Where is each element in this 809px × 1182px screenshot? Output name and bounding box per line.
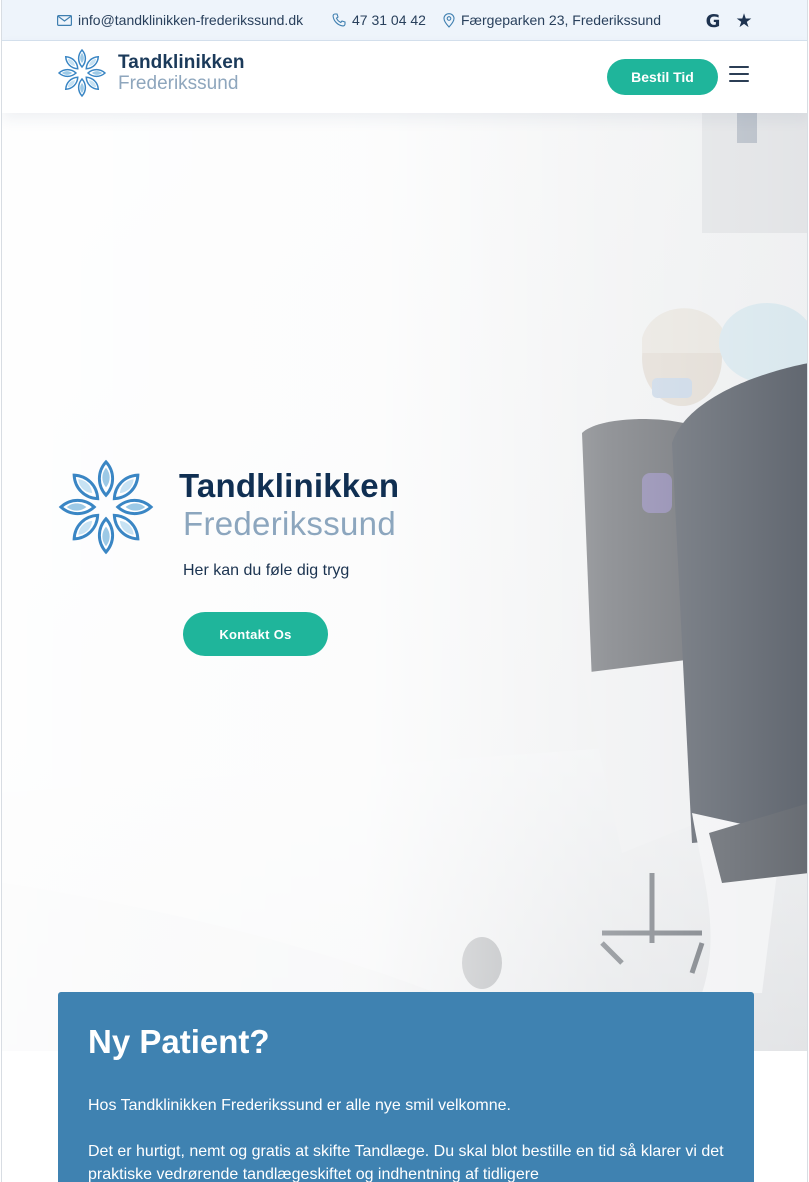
header-logo[interactable]: Tandklinikken Frederikssund [57,48,245,98]
page: info@tandklinikken-frederikssund.dk 47 3… [1,0,808,1182]
contact-us-button[interactable]: Kontakt Os [183,612,328,656]
location-pin-icon [443,12,455,28]
mail-icon [57,14,72,26]
book-appointment-button[interactable]: Bestil Tid [607,59,718,95]
hero-section: Tandklinikken Frederikssund Her kan du f… [2,113,807,1051]
star-icon[interactable]: ★ [733,10,755,32]
email-link[interactable]: info@tandklinikken-frederikssund.dk [57,12,303,28]
phone-icon [332,13,346,27]
hero-logo-line1: Tandklinikken [179,467,400,504]
logo-name-line1: Tandklinikken [118,52,245,73]
flower-logo-icon [57,48,107,98]
logo-name-line2: Frederikssund [118,73,239,94]
phone-text: 47 31 04 42 [352,12,426,28]
google-icon[interactable]: G [702,10,724,32]
new-patient-paragraph-2: Det er hurtigt, nemt og gratis at skifte… [88,1143,724,1182]
menu-icon[interactable] [729,66,749,86]
hero-content: Tandklinikken Frederikssund Her kan du f… [57,458,399,656]
hero-logo: Tandklinikken Frederikssund [57,458,399,556]
new-patient-card: Ny Patient? Hos Tandklinikken Frederikss… [58,992,754,1182]
email-text: info@tandklinikken-frederikssund.dk [78,12,304,28]
site-header: Tandklinikken Frederikssund Bestil Tid [2,41,807,113]
address-text: Færgeparken 23, Frederikssund [461,12,661,28]
flower-logo-icon [58,459,154,555]
new-patient-title: Ny Patient? [88,1023,270,1060]
hero-logo-line2: Frederikssund [183,505,396,542]
address-link[interactable]: Færgeparken 23, Frederikssund [443,12,661,28]
top-contact-bar: info@tandklinikken-frederikssund.dk 47 3… [2,0,807,41]
new-patient-paragraph-1: Hos Tandklinikken Frederikssund er alle … [88,1097,511,1114]
phone-link[interactable]: 47 31 04 42 [332,12,426,28]
hero-tagline: Her kan du føle dig tryg [183,562,350,579]
